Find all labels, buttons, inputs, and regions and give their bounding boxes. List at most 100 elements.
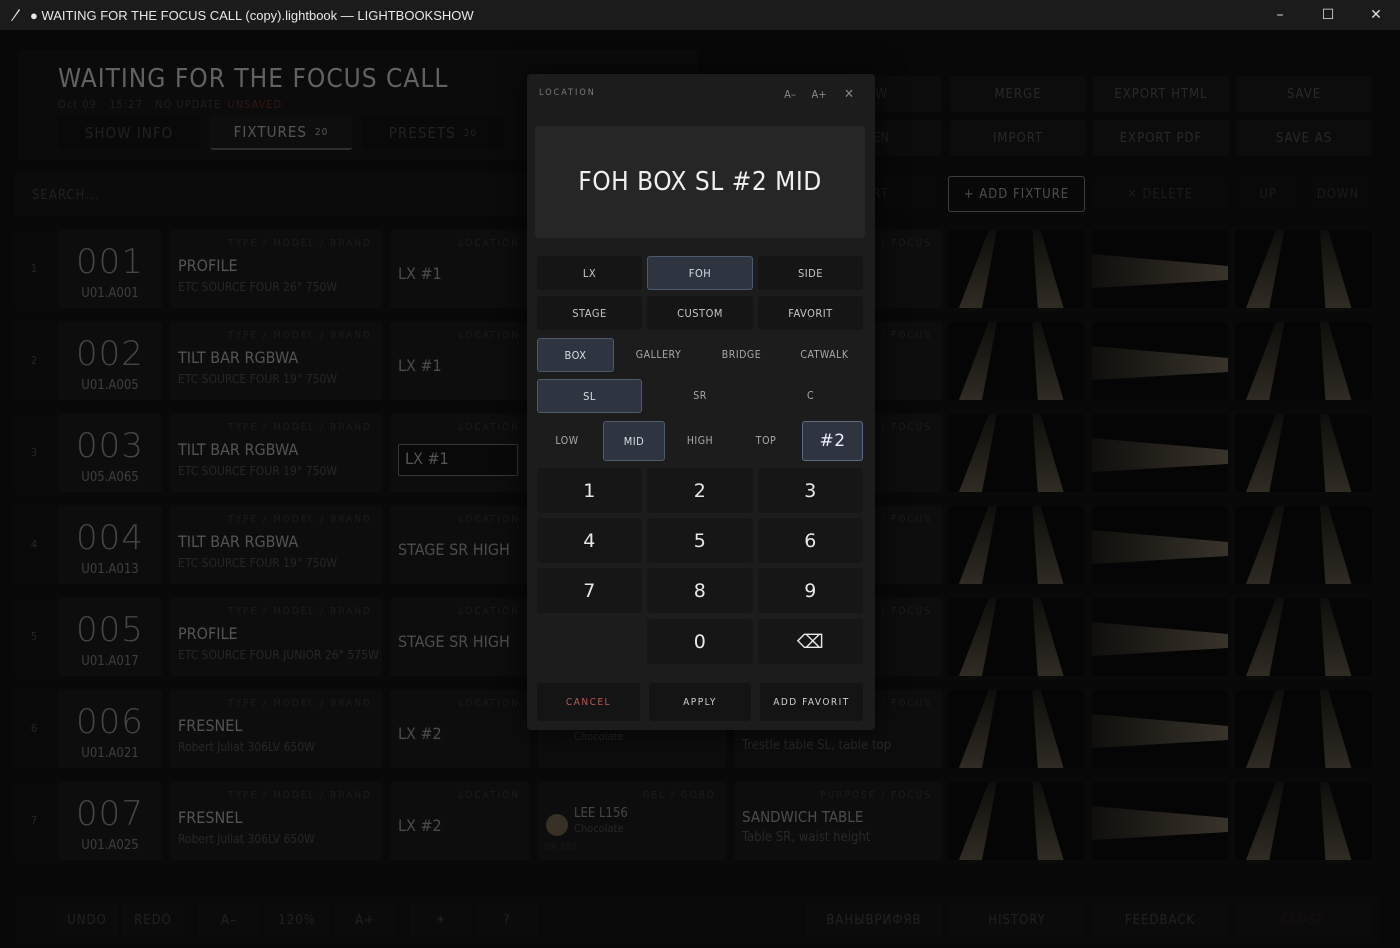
sun-icon[interactable]: ☀: [410, 903, 472, 937]
close-icon[interactable]: ✕: [837, 84, 861, 104]
beam-thumbnail[interactable]: [1235, 322, 1372, 400]
beam-thumbnail[interactable]: [1092, 598, 1228, 676]
area-favorit-button[interactable]: FAVORIT: [758, 296, 863, 330]
export-pdf-button[interactable]: EXPORT PDF: [1093, 120, 1229, 156]
beam-thumbnail[interactable]: [1235, 506, 1372, 584]
channel-cell[interactable]: 004 U01.A013: [58, 506, 162, 584]
beam-thumbnail[interactable]: [948, 782, 1084, 860]
minimize-button[interactable]: –: [1256, 0, 1304, 30]
key-2-button[interactable]: 2: [647, 468, 753, 513]
beam-thumbnail[interactable]: [948, 230, 1084, 308]
height-high-button[interactable]: HIGH: [670, 421, 730, 461]
language-button[interactable]: ВАНЫВРИФЯВ: [806, 903, 942, 937]
feedback-button[interactable]: FEEDBACK: [1092, 903, 1228, 937]
beam-thumbnail[interactable]: [1092, 690, 1228, 768]
key-0-button[interactable]: 0: [647, 619, 753, 664]
beam-thumbnail[interactable]: [1092, 322, 1228, 400]
beam-thumbnail[interactable]: [1092, 506, 1228, 584]
location-cell[interactable]: LOCATION LX #1: [390, 230, 530, 308]
purpose-cell[interactable]: PURPOSE / FOCUS SANDWICH TABLE Table SR, w…: [734, 782, 942, 860]
key-5-button[interactable]: 5: [647, 518, 753, 563]
beam-thumbnail[interactable]: [1092, 782, 1228, 860]
history-button[interactable]: HISTORY: [949, 903, 1085, 937]
delete-button[interactable]: ✕ DELETE: [1092, 176, 1228, 212]
channel-cell[interactable]: 002 U01.A005: [58, 322, 162, 400]
close-button[interactable]: CLOSE: [1235, 903, 1371, 937]
beam-thumbnail[interactable]: [1092, 414, 1228, 492]
height-top-button[interactable]: TOP: [736, 421, 796, 461]
location-input[interactable]: LX #1: [398, 444, 518, 476]
location-cell[interactable]: LOCATION LX #2: [390, 690, 530, 768]
help-button[interactable]: ?: [476, 903, 538, 937]
search-input[interactable]: SEARCH...: [14, 172, 534, 216]
beam-thumbnail[interactable]: [948, 322, 1084, 400]
beam-thumbnail[interactable]: [1235, 598, 1372, 676]
area-lx-button[interactable]: LX: [537, 256, 642, 290]
save-as-button[interactable]: SAVE AS: [1236, 120, 1372, 156]
font-increase-button[interactable]: A+: [807, 84, 831, 104]
type-cell[interactable]: TYPE / MODEL / BRAND TILT BAR RGBWA ETC SO…: [170, 322, 382, 400]
type-cell[interactable]: TYPE / MODEL / BRAND TILT BAR RGBWA ETC SO…: [170, 506, 382, 584]
place-bridge-button[interactable]: BRIDGE: [703, 338, 780, 372]
height-mid-button[interactable]: MID: [603, 421, 665, 461]
beam-thumbnail[interactable]: [948, 414, 1084, 492]
location-cell[interactable]: LOCATION LX #2: [390, 782, 530, 860]
channel-cell[interactable]: 001 U01.A001: [58, 230, 162, 308]
key-4-button[interactable]: 4: [537, 518, 642, 563]
channel-cell[interactable]: 007 U01.A025: [58, 782, 162, 860]
side-c-button[interactable]: C: [758, 379, 863, 413]
location-cell[interactable]: LOCATION LX #1: [390, 322, 530, 400]
export-html-button[interactable]: EXPORT HTML: [1093, 76, 1229, 112]
beam-thumbnail[interactable]: [1092, 230, 1228, 308]
fixture-row[interactable]: 7 007 U01.A025 TYPE / MODEL / BRAND FRESNEL R…: [12, 778, 1374, 864]
add-favorit-button[interactable]: ADD FAVORIT: [760, 683, 863, 721]
apply-button[interactable]: APPLY: [649, 683, 751, 721]
area-stage-button[interactable]: STAGE: [537, 296, 642, 330]
location-cell[interactable]: LOCATION STAGE SR HIGH: [390, 598, 530, 676]
height-low-button[interactable]: LOW: [537, 421, 597, 461]
beam-thumbnail[interactable]: [948, 506, 1084, 584]
beam-thumbnail[interactable]: [1235, 690, 1372, 768]
side-sl-button[interactable]: SL: [537, 379, 642, 413]
channel-cell[interactable]: 006 U01.A021: [58, 690, 162, 768]
add-fixture-button[interactable]: + ADD FIXTURE: [948, 176, 1085, 212]
maximize-button[interactable]: ☐: [1304, 0, 1352, 30]
key-6-button[interactable]: 6: [758, 518, 863, 563]
save-button[interactable]: SAVE: [1236, 76, 1372, 112]
side-sr-button[interactable]: SR: [647, 379, 753, 413]
beam-thumbnail[interactable]: [1235, 230, 1372, 308]
area-foh-button[interactable]: FOH: [647, 256, 753, 290]
tab-fixtures[interactable]: FIXTURES 20: [210, 116, 352, 150]
type-cell[interactable]: TYPE / MODEL / BRAND FRESNEL Robert Juliat…: [170, 690, 382, 768]
font-decrease-button[interactable]: A–: [198, 903, 260, 937]
location-cell[interactable]: LOCATION STAGE SR HIGH: [390, 506, 530, 584]
key-8-button[interactable]: 8: [647, 568, 753, 613]
beam-thumbnail[interactable]: [1235, 782, 1372, 860]
undo-button[interactable]: UNDO: [56, 903, 118, 937]
channel-cell[interactable]: 003 U05.A065: [58, 414, 162, 492]
location-cell[interactable]: LOCATION LX #1: [390, 414, 530, 492]
redo-button[interactable]: REDO: [122, 903, 184, 937]
place-catwalk-button[interactable]: CATWALK: [786, 338, 863, 372]
key-9-button[interactable]: 9: [758, 568, 863, 613]
backspace-icon[interactable]: ⌫: [758, 619, 863, 664]
beam-thumbnail[interactable]: [1235, 414, 1372, 492]
type-cell[interactable]: TYPE / MODEL / BRAND FRESNEL Robert Juliat…: [170, 782, 382, 860]
tab-presets[interactable]: PRESETS 20: [362, 116, 504, 150]
number-badge[interactable]: #2: [802, 421, 863, 461]
type-cell[interactable]: TYPE / MODEL / BRAND TILT BAR RGBWA ETC SO…: [170, 414, 382, 492]
beam-thumbnail[interactable]: [948, 598, 1084, 676]
move-up-button[interactable]: UP: [1235, 176, 1301, 212]
close-window-button[interactable]: ✕: [1352, 0, 1400, 30]
area-side-button[interactable]: SIDE: [758, 256, 863, 290]
font-decrease-button[interactable]: A–: [778, 84, 802, 104]
cancel-button[interactable]: CANCEL: [537, 683, 640, 721]
font-increase-button[interactable]: A+: [334, 903, 396, 937]
place-box-button[interactable]: BOX: [537, 338, 614, 372]
key-1-button[interactable]: 1: [537, 468, 642, 513]
place-gallery-button[interactable]: GALLERY: [620, 338, 697, 372]
merge-button[interactable]: MERGE: [950, 76, 1086, 112]
type-cell[interactable]: TYPE / MODEL / BRAND PROFILE ETC SOURCE FO…: [170, 598, 382, 676]
tab-show-info[interactable]: SHOW INFO: [58, 116, 200, 150]
channel-cell[interactable]: 005 U01.A017: [58, 598, 162, 676]
